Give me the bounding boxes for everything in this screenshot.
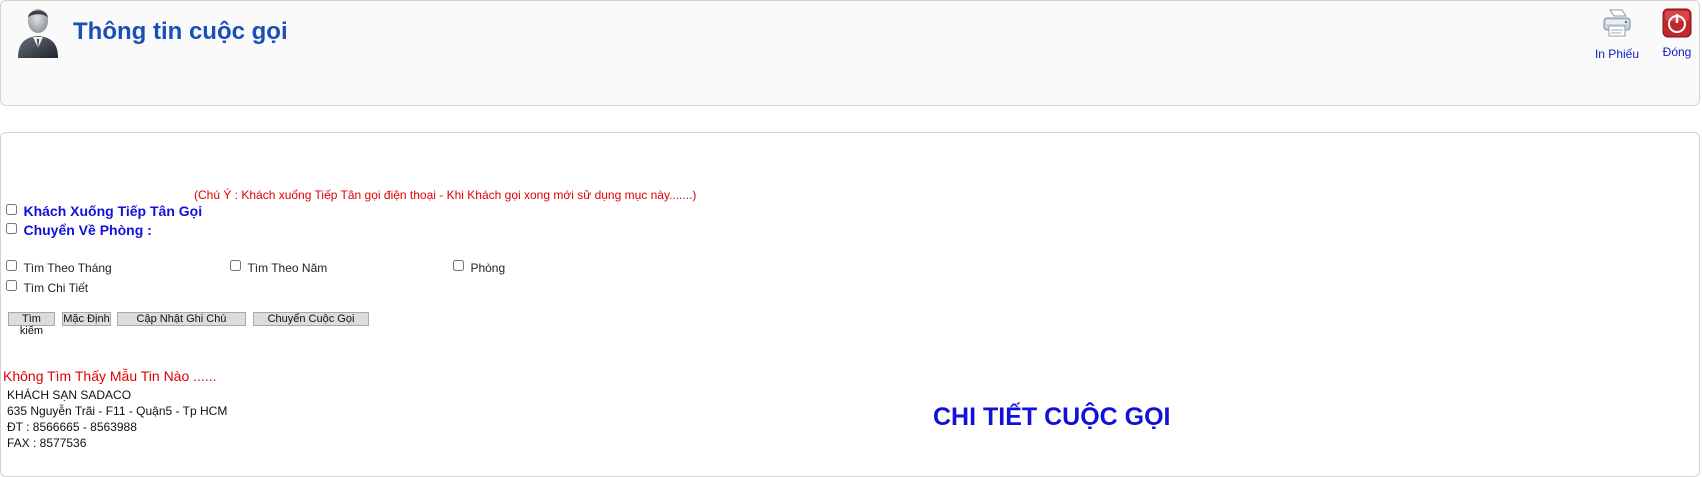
search-month-label: Tìm Theo Tháng <box>23 261 112 275</box>
update-note-button[interactable]: Cập Nhật Ghi Chú <box>117 312 246 326</box>
page-title: Thông tin cuộc gọi <box>73 18 288 45</box>
user-avatar-icon <box>16 4 60 58</box>
room-checkbox[interactable] <box>453 260 464 272</box>
main-panel <box>0 132 1700 477</box>
guest-reception-row: Khách Xuống Tiếp Tân Gọi <box>6 203 202 221</box>
company-fax: FAX : 8577536 <box>7 436 87 450</box>
print-button[interactable]: In Phiếu <box>1594 8 1640 61</box>
transfer-call-button[interactable]: Chuyển Cuộc Gọi <box>253 312 369 326</box>
search-year-label: Tìm Theo Năm <box>247 261 328 275</box>
company-info: KHÁCH SẠN SADACO 635 Nguyễn Trãi - F11 -… <box>7 387 227 451</box>
search-month-row: Tìm Theo Tháng <box>6 259 112 277</box>
company-name: KHÁCH SẠN SADACO <box>7 388 132 402</box>
search-detail-label: Tìm Chi Tiết <box>23 281 89 295</box>
call-detail-title: CHI TIẾT CUỘC GỌI <box>933 403 1171 431</box>
search-detail-checkbox[interactable] <box>6 280 17 292</box>
transfer-room-checkbox[interactable] <box>6 223 17 235</box>
search-detail-row: Tìm Chi Tiết <box>6 279 88 297</box>
search-button[interactable]: Tìm kiếm <box>8 312 55 337</box>
print-label: In Phiếu <box>1594 47 1640 61</box>
close-label: Đóng <box>1662 45 1692 59</box>
guest-reception-label: Khách Xuống Tiếp Tân Gọi <box>23 203 203 219</box>
guest-reception-checkbox[interactable] <box>6 204 17 216</box>
power-icon <box>1662 8 1692 42</box>
room-label: Phòng <box>470 261 506 275</box>
search-month-checkbox[interactable] <box>6 260 17 272</box>
close-button[interactable]: Đóng <box>1660 8 1694 59</box>
transfer-room-row: Chuyển Về Phòng : <box>6 222 152 240</box>
no-results-message: Không Tìm Thấy Mẫu Tin Nào ...... <box>3 368 217 384</box>
header-panel <box>0 0 1700 106</box>
printer-icon <box>1600 9 1634 44</box>
company-phone: ĐT : 8566665 - 8563988 <box>7 420 137 434</box>
usage-note: (Chú Ý : Khách xuống Tiếp Tân gọi điện t… <box>194 188 697 202</box>
search-year-checkbox[interactable] <box>230 260 241 272</box>
default-button[interactable]: Mặc Định <box>62 312 111 326</box>
company-address: 635 Nguyễn Trãi - F11 - Quận5 - Tp HCM <box>7 404 228 418</box>
search-year-row: Tìm Theo Năm <box>230 259 327 277</box>
room-row: Phòng <box>453 259 505 277</box>
transfer-room-label: Chuyển Về Phòng : <box>23 222 152 238</box>
